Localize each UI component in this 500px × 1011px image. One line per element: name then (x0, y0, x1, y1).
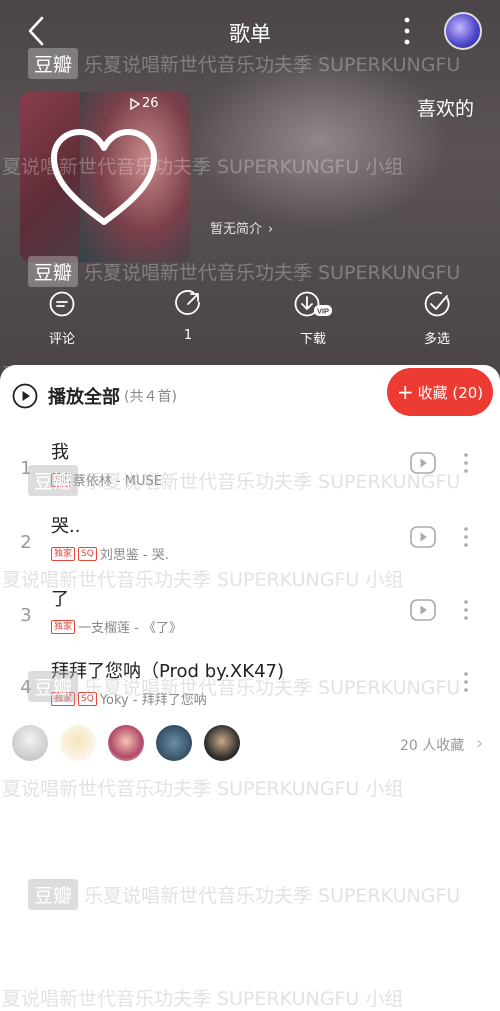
watermark-text: 夏说唱新世代音乐功夫季 SUPERKUNGFU 小组 (2, 778, 404, 800)
watermark-brand: 豆瓣 (28, 879, 79, 910)
song-row[interactable]: 3 了 独家 一支榴莲 - 《了》 (0, 585, 500, 655)
song-meta: 独家 SQ 刘思鉴 - 哭. (51, 544, 169, 563)
song-title: 拜拜了您呐（Prod by.XK47) (51, 661, 284, 682)
more-vertical-icon[interactable] (462, 526, 470, 548)
watermark: 豆瓣 乐夏说唱新世代音乐功夫季 SUPERKUNGFU (28, 879, 460, 910)
collectors-row[interactable]: 20 人收藏 › (0, 725, 500, 765)
download-button[interactable]: VIP 下载 (273, 290, 353, 347)
action-bar: 评论 1 VIP 下载 多选 (0, 290, 500, 350)
intro-text: 暂无简介 (210, 222, 263, 237)
multiselect-icon (424, 291, 450, 317)
song-meta: 独家 一支榴莲 - 《了》 (51, 617, 182, 636)
collector-avatar[interactable] (60, 725, 96, 761)
exclusive-badge: 独家 (51, 691, 76, 706)
song-meta: SQ 蔡依林 - MUSE (51, 470, 162, 489)
song-artist-album: 蔡依林 - MUSE (72, 474, 162, 489)
more-menu-button[interactable] (396, 14, 418, 48)
user-avatar[interactable] (444, 12, 482, 50)
song-index: 2 (20, 532, 32, 553)
top-bar: 歌单 (0, 0, 500, 62)
vip-badge: VIP (317, 307, 329, 316)
song-index: 1 (20, 458, 32, 479)
chevron-right-icon: › (268, 222, 274, 237)
song-index: 4 (20, 677, 32, 698)
playlist-header: 歌单 26 喜欢的 暂无简介 › 评论 1 VIP 下载 多选 豆瓣 乐夏说唱新… (0, 0, 500, 380)
song-row[interactable]: 4 拜拜了您呐（Prod by.XK47) 独家 SQ Yoky - 拜拜了您呐 (0, 657, 500, 727)
collector-avatar[interactable] (156, 725, 192, 761)
play-count: 26 (130, 96, 159, 111)
exclusive-badge: 独家 (51, 619, 76, 634)
watermark-text: 乐夏说唱新世代音乐功夫季 SUPERKUNGFU (84, 262, 461, 284)
sq-badge: SQ (78, 546, 97, 561)
play-circle-icon (12, 383, 38, 409)
comment-button[interactable]: 评论 (22, 290, 102, 347)
mv-play-icon[interactable] (410, 526, 436, 548)
share-icon (175, 290, 200, 315)
collect-label: 收藏 (20) (417, 383, 484, 402)
sq-badge: SQ (51, 472, 70, 487)
more-vertical-icon[interactable] (462, 452, 470, 474)
mv-play-icon[interactable] (410, 599, 436, 621)
heart-icon (51, 129, 157, 225)
collectors-count: 20 人收藏 (400, 738, 465, 754)
song-title: 哭.. (51, 516, 81, 537)
play-all-label: 播放全部 (48, 387, 120, 408)
more-vertical-icon (404, 17, 410, 45)
song-row[interactable]: 1 我 SQ 蔡依林 - MUSE (0, 438, 500, 508)
song-artist-album: 刘思鉴 - 哭. (99, 548, 169, 563)
collector-avatar[interactable] (108, 725, 144, 761)
share-button[interactable]: 1 (148, 290, 228, 343)
comment-label: 评论 (48, 332, 75, 347)
song-index: 3 (20, 605, 32, 626)
collector-avatar[interactable] (12, 725, 48, 761)
share-count: 1 (183, 328, 193, 343)
watermark: 夏说唱新世代音乐功夫季 SUPERKUNGFU 小组 (2, 984, 403, 1011)
multiselect-label: 多选 (423, 332, 450, 347)
cover-blur-overlay (190, 50, 450, 230)
playlist-name[interactable]: 喜欢的 (417, 94, 474, 121)
sq-badge: SQ (78, 691, 97, 706)
download-vip-icon: VIP (294, 291, 332, 317)
more-vertical-icon[interactable] (462, 671, 470, 693)
exclusive-badge: 独家 (51, 546, 76, 561)
watermark-text: 夏说唱新世代音乐功夫季 SUPERKUNGFU 小组 (2, 988, 404, 1010)
song-artist-album: 一支榴莲 - 《了》 (78, 621, 182, 636)
mv-play-icon[interactable] (410, 452, 436, 474)
more-vertical-icon[interactable] (462, 599, 470, 621)
song-list-panel: 播放全部 (共４首) + 收藏 (20) 1 我 SQ 蔡依林 - MUSE 2… (0, 365, 500, 1011)
song-title: 我 (51, 442, 69, 463)
download-label: 下载 (299, 332, 326, 347)
play-small-icon (130, 97, 140, 110)
watermark: 夏说唱新世代音乐功夫季 SUPERKUNGFU 小组 (2, 774, 403, 801)
song-title: 了 (51, 589, 69, 610)
multiselect-button[interactable]: 多选 (397, 290, 477, 347)
collect-button[interactable]: + 收藏 (20) (387, 368, 493, 416)
chevron-right-icon: › (476, 733, 484, 754)
song-artist-album: Yoky - 拜拜了您呐 (99, 693, 207, 708)
collector-avatar[interactable] (204, 725, 240, 761)
playlist-intro[interactable]: 暂无简介 › (210, 218, 273, 237)
song-meta: 独家 SQ Yoky - 拜拜了您呐 (51, 689, 207, 708)
song-row[interactable]: 2 哭.. 独家 SQ 刘思鉴 - 哭. (0, 512, 500, 582)
watermark-text: 乐夏说唱新世代音乐功夫季 SUPERKUNGFU (84, 885, 461, 907)
play-all-button[interactable]: 播放全部 (共４首) (12, 383, 177, 409)
plus-icon: + (396, 380, 414, 404)
song-count: (共４首) (124, 389, 177, 405)
comment-icon (49, 291, 75, 317)
play-count-value: 26 (142, 96, 159, 111)
page-title: 歌单 (229, 22, 271, 46)
